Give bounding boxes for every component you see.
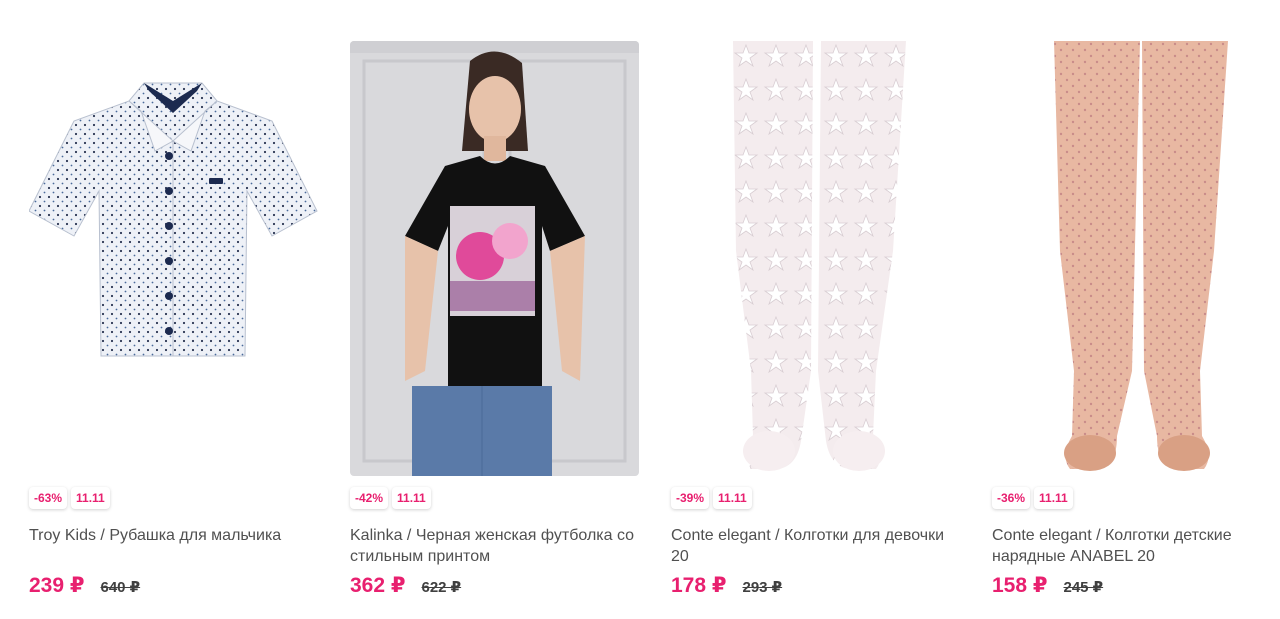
product-image[interactable] — [992, 41, 1280, 476]
product-image[interactable] — [29, 41, 318, 476]
product-card[interactable]: -36% 11.11 Conte elegant / Колготки детс… — [992, 0, 1280, 619]
product-image[interactable] — [350, 41, 639, 476]
current-price: 158 ₽ — [992, 574, 1048, 597]
old-price: 622 ₽ — [421, 579, 462, 596]
promo-badge: 11.11 — [1034, 487, 1073, 509]
shirt-image — [29, 41, 318, 476]
product-title[interactable]: Troy Kids / Рубашка для мальчика — [29, 525, 318, 546]
product-title[interactable]: Kalinka / Черная женская футболка со сти… — [350, 525, 639, 567]
product-card[interactable]: -39% 11.11 Conte elegant / Колготки для … — [671, 0, 960, 619]
promo-badge: 11.11 — [713, 487, 752, 509]
old-price: 640 ₽ — [100, 579, 141, 596]
discount-badge: -39% — [671, 487, 710, 509]
tshirt-model-image — [350, 41, 639, 476]
current-price: 239 ₽ — [29, 574, 85, 597]
discount-badge: -36% — [992, 487, 1031, 509]
promo-badge: 11.11 — [71, 487, 110, 509]
product-title[interactable]: Conte elegant / Колготки детские нарядны… — [992, 525, 1280, 567]
product-card[interactable]: -63% 11.11 Troy Kids / Рубашка для мальч… — [29, 0, 318, 619]
white-tights-image — [671, 41, 960, 476]
old-price: 293 ₽ — [742, 579, 783, 596]
product-card[interactable]: -42% 11.11 Kalinka / Черная женская футб… — [350, 0, 639, 619]
promo-badge: 11.11 — [392, 487, 431, 509]
product-image[interactable] — [671, 41, 960, 476]
beige-tights-image — [992, 41, 1280, 476]
current-price: 178 ₽ — [671, 574, 727, 597]
old-price: 245 ₽ — [1063, 579, 1104, 596]
discount-badge: -42% — [350, 487, 389, 509]
product-title[interactable]: Conte elegant / Колготки для девочки 20 — [671, 525, 960, 567]
discount-badge: -63% — [29, 487, 68, 509]
current-price: 362 ₽ — [350, 574, 406, 597]
